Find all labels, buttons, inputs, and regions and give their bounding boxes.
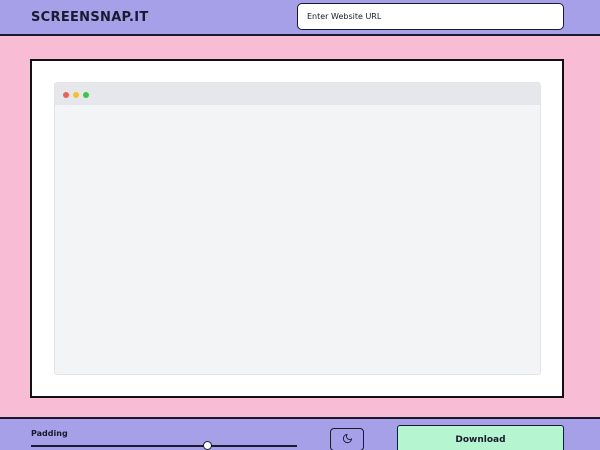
browser-titlebar <box>55 83 540 105</box>
padding-label: Padding <box>31 429 68 438</box>
padding-slider-thumb[interactable] <box>202 441 212 450</box>
website-url-input[interactable] <box>297 3 564 30</box>
app-header: SCREENSNAP.IT <box>0 0 600 36</box>
controls-footer: Padding Download <box>0 417 600 450</box>
red-dot-icon <box>63 92 69 98</box>
theme-toggle-button[interactable] <box>330 428 364 450</box>
green-dot-icon <box>83 92 89 98</box>
download-button[interactable]: Download <box>397 425 564 450</box>
browser-mockup <box>54 82 541 375</box>
yellow-dot-icon <box>73 92 79 98</box>
moon-icon <box>342 432 353 447</box>
padding-slider[interactable] <box>31 441 297 450</box>
brand-logo-text[interactable]: SCREENSNAP.IT <box>31 10 149 25</box>
screenshot-canvas <box>30 59 564 398</box>
